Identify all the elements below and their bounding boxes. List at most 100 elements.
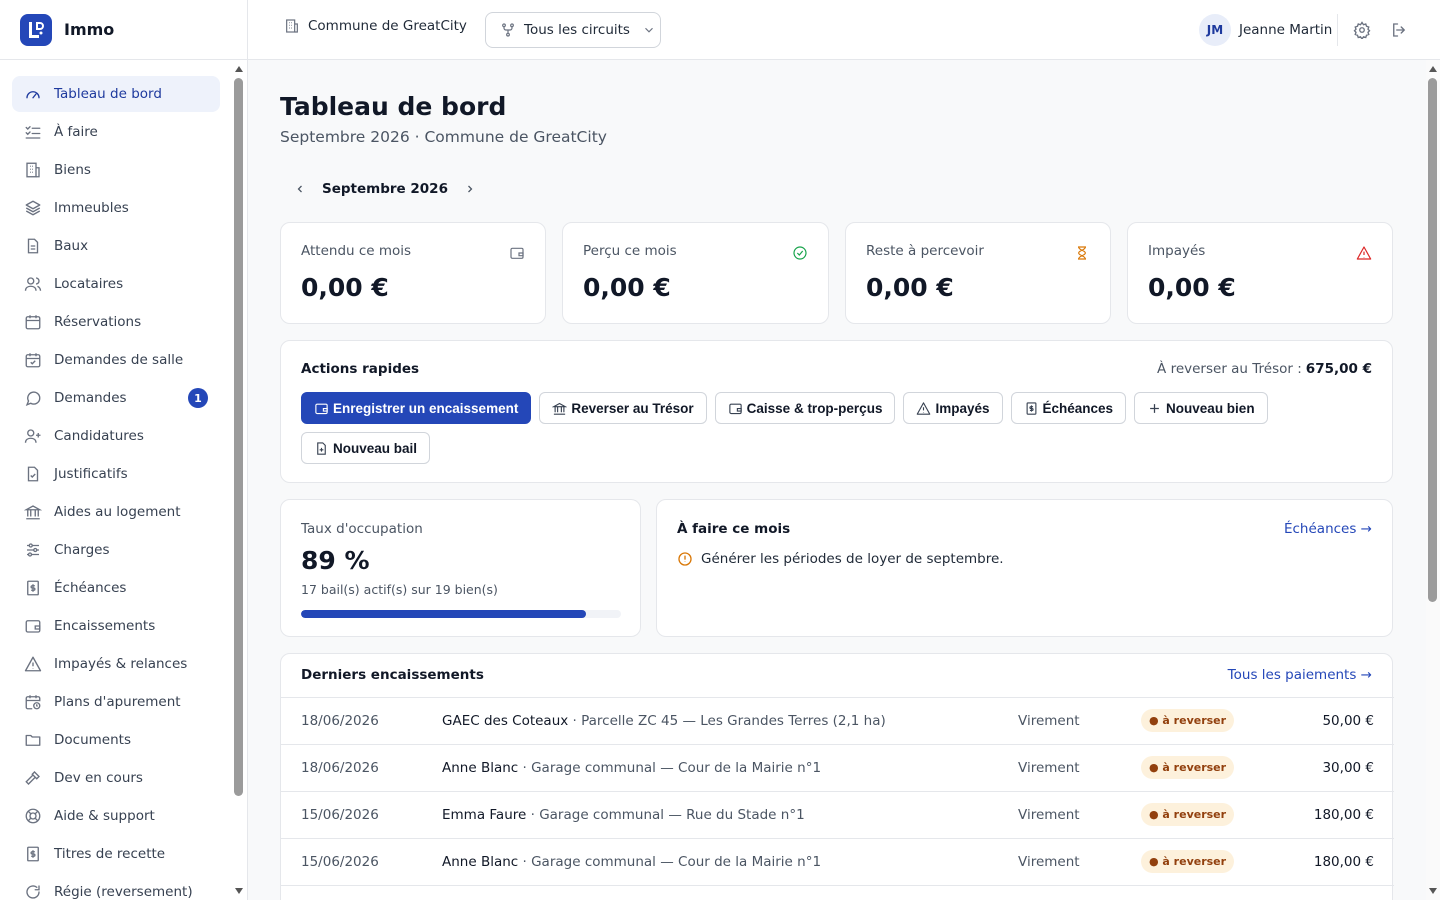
scrollbar-thumb[interactable]	[1428, 78, 1437, 602]
count-badge: 1	[188, 388, 208, 408]
sidebar-item-label: Encaissements	[54, 618, 156, 634]
payment-date: 15/06/2026	[301, 854, 379, 870]
next-month-button[interactable]	[450, 176, 490, 202]
gear-icon[interactable]	[1353, 21, 1371, 39]
wallet-icon	[728, 403, 742, 414]
logout-icon[interactable]	[1390, 21, 1408, 39]
chevron-down-icon	[645, 27, 653, 33]
receipt-icon	[1026, 401, 1036, 415]
due-dates-button[interactable]: Échéances	[1010, 392, 1127, 424]
sidebar-item-label: Documents	[54, 732, 131, 748]
property-label: Parcelle ZC 45 — Les Grandes Terres (2,1…	[581, 713, 886, 729]
scrollbar-thumb[interactable]	[234, 78, 243, 796]
sidebar-item-encaissements[interactable]: Encaissements	[12, 608, 220, 644]
sidebar-item-titres-de-recette[interactable]: Titres de recette	[12, 836, 220, 872]
calendar-icon	[25, 315, 41, 330]
kpi-card-percu: Perçu ce mois 0,00 €	[562, 222, 829, 324]
payment-description: Emma Faure · Garage communal — Rue du St…	[442, 807, 805, 823]
scroll-down-arrow-icon[interactable]	[1429, 888, 1437, 894]
sidebar-item-label: Baux	[54, 238, 89, 254]
sidebar-item-charges[interactable]: Charges	[12, 532, 220, 568]
sidebar-item-aide-support[interactable]: Aide & support	[12, 798, 220, 834]
sidebar-item-reservations[interactable]: Réservations	[12, 304, 220, 340]
main-scrollbar[interactable]	[1426, 60, 1440, 900]
all-payments-link[interactable]: Tous les paiements →	[1228, 667, 1372, 683]
sidebar-item-dev-en-cours[interactable]: Dev en cours	[12, 760, 220, 796]
scroll-up-arrow-icon[interactable]	[235, 66, 243, 72]
warning-icon	[1356, 246, 1372, 260]
sidebar-item-plans-apurement[interactable]: Plans d'apurement	[12, 684, 220, 720]
sidebar-item-echeances[interactable]: Échéances	[12, 570, 220, 606]
refresh-icon	[26, 885, 40, 899]
record-payment-button[interactable]: Enregistrer un encaissement	[301, 392, 532, 424]
sidebar-item-justificatifs[interactable]: Justificatifs	[12, 456, 220, 492]
sidebar-item-locataires[interactable]: Locataires	[12, 266, 220, 302]
payment-amount: 180,00 €	[1313, 854, 1374, 870]
button-label: Impayés	[935, 400, 990, 416]
table-row[interactable]: 15/06/2026 Anne Blanc · Garage communal …	[281, 838, 1394, 885]
kpi-value: 0,00 €	[301, 273, 389, 302]
sidebar-item-immeubles[interactable]: Immeubles	[12, 190, 220, 226]
sidebar-item-label: Réservations	[54, 314, 142, 330]
users-icon	[24, 277, 42, 291]
checklist-icon	[25, 126, 41, 139]
scroll-down-arrow-icon[interactable]	[235, 888, 243, 894]
sidebar-item-regie[interactable]: Régie (reversement)	[12, 874, 220, 900]
todo-item[interactable]: Générer les périodes de loyer de septemb…	[677, 551, 1004, 567]
commune-selector[interactable]: Commune de GreatCity	[284, 18, 467, 34]
table-row[interactable]	[281, 885, 1394, 900]
sliders-icon	[27, 543, 39, 557]
table-row[interactable]: 18/06/2026 GAEC des Coteaux · Parcelle Z…	[281, 697, 1394, 744]
page-title: Tableau de bord	[280, 92, 507, 121]
new-property-button[interactable]: Nouveau bien	[1134, 392, 1268, 424]
chevron-right-icon	[468, 185, 473, 193]
cash-overpayments-button[interactable]: Caisse & trop-perçus	[714, 392, 896, 424]
sidebar-item-a-faire[interactable]: À faire	[12, 114, 220, 150]
file-check-icon	[27, 466, 39, 482]
kpi-card-reste: Reste à percevoir 0,00 €	[845, 222, 1111, 324]
echeances-link[interactable]: Échéances →	[1284, 521, 1372, 537]
landmark-icon	[24, 505, 42, 520]
reverse-treasury-button[interactable]: Reverser au Trésor	[539, 392, 707, 424]
table-row[interactable]: 15/06/2026 Emma Faure · Garage communal …	[281, 791, 1394, 838]
sidebar-item-aides-au-logement[interactable]: Aides au logement	[12, 494, 220, 530]
payer-name: Anne Blanc	[442, 760, 519, 776]
treasury-reversal-summary: À reverser au Trésor : 675,00 €	[1157, 361, 1372, 377]
sidebar-item-documents[interactable]: Documents	[12, 722, 220, 758]
payments-card: Derniers encaissements Tous les paiement…	[280, 653, 1394, 900]
brand[interactable]: Immo	[0, 0, 247, 60]
previous-month-button[interactable]	[280, 176, 320, 202]
scroll-up-arrow-icon[interactable]	[1429, 66, 1437, 72]
sidebar-item-tableau-de-bord[interactable]: Tableau de bord	[12, 76, 220, 112]
kpi-value: 0,00 €	[1148, 273, 1236, 302]
payment-description: Anne Blanc · Garage communal — Cour de l…	[442, 854, 822, 870]
payment-mode: Virement	[1018, 807, 1080, 823]
circuits-dropdown[interactable]: Tous les circuits	[485, 12, 661, 48]
button-label: Nouveau bien	[1166, 400, 1255, 416]
commune-name: Commune de GreatCity	[308, 18, 467, 34]
sidebar-item-candidatures[interactable]: Candidatures	[12, 418, 220, 454]
sidebar-item-label: Immeubles	[54, 200, 129, 216]
kpi-label: Impayés	[1148, 243, 1206, 259]
month-navigator: Septembre 2026	[280, 176, 490, 202]
app-name: Immo	[64, 20, 115, 39]
table-row[interactable]: 18/06/2026 Anne Blanc · Garage communal …	[281, 744, 1394, 791]
sidebar-item-label: Aides au logement	[54, 504, 181, 520]
receipt-icon	[27, 580, 39, 596]
chevron-left-icon	[297, 185, 302, 193]
sidebar-item-label: Locataires	[54, 276, 124, 292]
sidebar-item-biens[interactable]: Biens	[12, 152, 220, 188]
user-menu[interactable]: JM Jeanne Martin	[1199, 14, 1332, 46]
unpaid-button[interactable]: Impayés	[903, 392, 1003, 424]
payment-description: Anne Blanc · Garage communal — Cour de l…	[442, 760, 822, 776]
sidebar-item-demandes-de-salle[interactable]: Demandes de salle	[12, 342, 220, 378]
sidebar-item-demandes[interactable]: Demandes 1	[12, 380, 220, 416]
payment-mode: Virement	[1018, 854, 1080, 870]
new-lease-button[interactable]: Nouveau bail	[301, 432, 431, 464]
sidebar-item-baux[interactable]: Baux	[12, 228, 220, 264]
sidebar-item-label: Justificatifs	[54, 466, 128, 482]
sidebar-item-impayes-relances[interactable]: Impayés & relances	[12, 646, 220, 682]
sidebar-scrollbar[interactable]	[232, 60, 246, 900]
sidebar-item-label: Aide & support	[54, 808, 155, 824]
lifebuoy-icon	[25, 808, 41, 824]
